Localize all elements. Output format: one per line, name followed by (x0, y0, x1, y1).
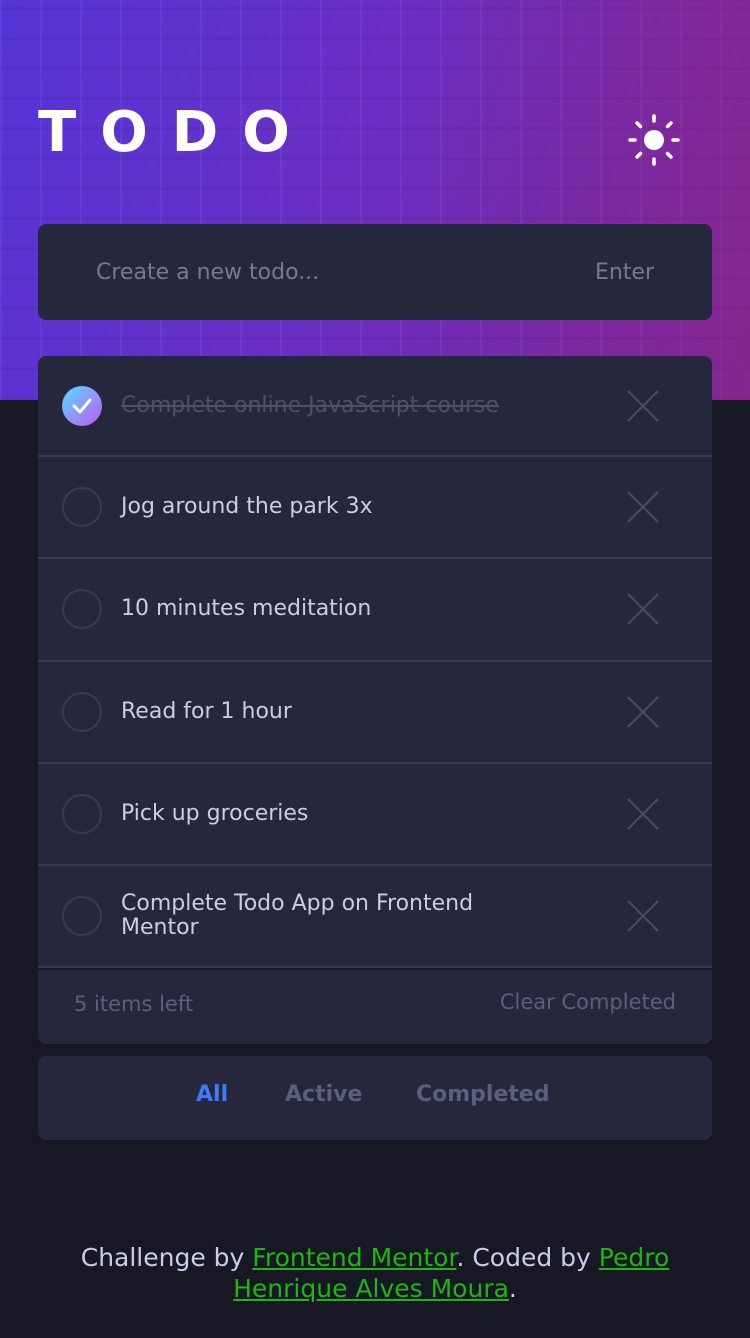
delete-button[interactable] (626, 899, 660, 933)
items-left-count: 5 items left (74, 992, 194, 1016)
todo-checkbox[interactable] (62, 487, 102, 528)
enter-button[interactable]: Enter (595, 254, 654, 290)
todo-text: Complete Todo App on Frontend Mentor (121, 891, 474, 941)
todo-item: 10 minutes meditation (38, 559, 712, 662)
check-icon (72, 398, 92, 413)
attribution-prefix: Challenge by (80, 1243, 245, 1272)
sun-icon (628, 114, 680, 166)
frontend-mentor-link[interactable]: Frontend Mentor (252, 1243, 456, 1272)
todo-checkbox[interactable] (62, 896, 102, 937)
close-icon (627, 900, 659, 933)
attribution-middle: . Coded by (456, 1243, 591, 1272)
filter-active[interactable]: Active (285, 1082, 362, 1107)
close-icon (627, 696, 659, 728)
delete-button[interactable] (626, 490, 660, 524)
close-icon (627, 593, 659, 626)
todo-item: Read for 1 hour (38, 662, 712, 764)
clear-completed-button[interactable]: Clear Completed (500, 990, 676, 1014)
todo-item: Complete online JavaScript course (38, 356, 712, 457)
close-icon (627, 491, 659, 523)
filter-all[interactable]: All (196, 1082, 228, 1107)
todo-checkbox[interactable] (62, 589, 102, 630)
close-icon (627, 798, 659, 830)
attribution-suffix: . (508, 1274, 517, 1303)
todo-checkbox-checked[interactable] (62, 385, 102, 426)
delete-button[interactable] (626, 695, 660, 729)
delete-button[interactable] (626, 389, 660, 423)
todo-checkbox[interactable] (62, 794, 102, 835)
list-footer: 5 items left Clear Completed (38, 970, 712, 1044)
app-title: TODO (38, 100, 314, 165)
close-icon (627, 389, 659, 422)
todo-text: Jog around the park 3x (121, 494, 373, 520)
delete-button[interactable] (626, 592, 660, 626)
todo-item: Pick up groceries (38, 764, 712, 867)
new-todo-input[interactable] (96, 252, 556, 292)
attribution: Challenge by Frontend Mentor. Coded by P… (40, 1242, 710, 1304)
delete-button[interactable] (626, 797, 660, 831)
todo-checkbox[interactable] (62, 691, 102, 732)
todo-text: 10 minutes meditation (121, 596, 372, 622)
todo-item: Jog around the park 3x (38, 457, 712, 560)
filter-bar: All Active Completed (38, 1056, 712, 1140)
todo-text: Pick up groceries (121, 801, 309, 827)
filter-completed[interactable]: Completed (416, 1082, 550, 1107)
new-todo-form: Enter (38, 224, 712, 320)
todo-list: Complete online JavaScript course Jog ar… (38, 356, 712, 969)
todo-text: Complete online JavaScript course (121, 392, 499, 418)
hero-banner (0, 0, 750, 400)
todo-text: Read for 1 hour (121, 698, 292, 724)
theme-toggle-button[interactable] (626, 112, 682, 168)
todo-item: Complete Todo App on Frontend Mentor (38, 866, 712, 969)
